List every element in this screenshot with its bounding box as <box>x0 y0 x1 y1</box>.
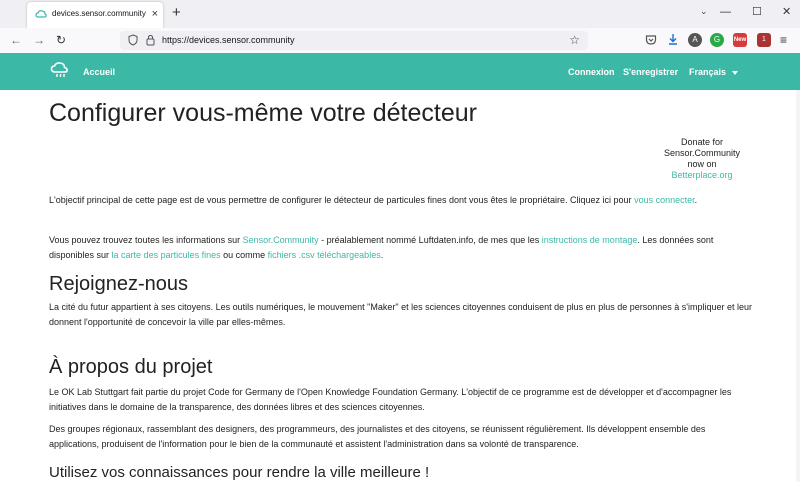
about-paragraph-2: Des groupes régionaux, rassemblant des d… <box>49 424 706 449</box>
intro-text-end: . <box>694 195 698 205</box>
donate-line1: Donate for <box>680 137 724 147</box>
cloud-favicon-icon <box>35 10 47 18</box>
info-text: - préalablement nommé Luftdaten.info, de… <box>318 235 542 245</box>
reload-icon[interactable]: ↻ <box>56 33 66 47</box>
csv-files-link[interactable]: fichiers .csv téléchargeables <box>268 250 381 260</box>
pocket-icon[interactable] <box>645 34 657 46</box>
particle-map-link[interactable]: la carte des particules fines <box>112 250 221 260</box>
browser-tab-bar: devices.sensor.community | configurer × … <box>0 0 800 28</box>
tab-title: devices.sensor.community | configurer <box>52 9 148 18</box>
url-bar[interactable]: https://devices.sensor.community ☆ <box>120 31 588 50</box>
about-heading: À propos du projet <box>49 356 213 378</box>
join-heading: Rejoignez-nous <box>49 273 188 295</box>
back-icon[interactable]: ← <box>10 33 22 47</box>
menu-icon[interactable]: ≡ <box>780 33 787 47</box>
language-label: Français <box>689 67 727 77</box>
extension-new-badge-icon[interactable]: New <box>733 33 747 47</box>
donate-box: Donate for Sensor.Community now on Bette… <box>647 137 757 181</box>
nav-register-link[interactable]: S'enregistrer <box>623 67 678 77</box>
tab-close-icon[interactable]: × <box>152 8 158 20</box>
page-scrollbar[interactable] <box>796 90 800 482</box>
page-title: Configurer vous-même votre détecteur <box>49 99 477 127</box>
intro-text: L'objectif principal de cette page est d… <box>49 195 635 205</box>
intro-paragraph: L'objectif principal de cette page est d… <box>49 193 753 208</box>
nav-home-link[interactable]: Accueil <box>83 67 115 77</box>
info-text: . <box>380 250 384 260</box>
site-header: Accueil Connexion S'enregistrer Français <box>0 53 800 90</box>
window-close-icon[interactable]: ✕ <box>782 5 791 19</box>
sensor-community-link[interactable]: Sensor.Community <box>243 235 319 245</box>
nav-login-link[interactable]: Connexion <box>568 67 615 77</box>
lock-icon[interactable] <box>146 34 155 46</box>
url-text[interactable]: https://devices.sensor.community <box>162 35 295 45</box>
cloud-logo-icon[interactable] <box>50 61 70 79</box>
language-dropdown[interactable]: Français <box>689 67 738 77</box>
extension-green-icon[interactable]: G <box>710 33 724 47</box>
shield-icon[interactable] <box>128 34 138 46</box>
login-link[interactable]: vous connecter <box>634 195 695 205</box>
info-text: ou comme <box>220 250 268 260</box>
list-tabs-icon[interactable]: ⌄ <box>700 6 708 17</box>
extension-a-icon[interactable]: A <box>688 33 702 47</box>
donate-line3: now on <box>687 159 717 169</box>
extension-badge-count-icon[interactable]: 1 <box>757 33 771 47</box>
browser-nav-bar: ← → ↻ https://devices.sensor.community ☆… <box>0 28 800 54</box>
caret-down-icon <box>731 70 738 75</box>
downloads-icon[interactable] <box>667 33 679 46</box>
maximize-icon[interactable]: ☐ <box>752 5 762 19</box>
about-paragraph-1: Le OK Lab Stuttgart fait partie du proje… <box>49 387 732 412</box>
donate-line2: Sensor.Community <box>663 148 741 158</box>
forward-icon[interactable]: → <box>33 33 45 47</box>
bookmark-star-icon[interactable]: ☆ <box>569 33 580 47</box>
assembly-instructions-link[interactable]: instructions de montage <box>542 235 638 245</box>
info-text: Vous pouvez trouvez toutes les informati… <box>49 235 243 245</box>
use-knowledge-heading: Utilisez vos connaissances pour rendre l… <box>49 464 430 481</box>
browser-tab-active[interactable]: devices.sensor.community | configurer × <box>27 2 163 28</box>
new-tab-icon[interactable]: + <box>172 5 181 21</box>
minimize-icon[interactable]: — <box>720 5 731 19</box>
betterplace-link[interactable]: Betterplace.org <box>671 170 732 180</box>
info-paragraph: Vous pouvez trouvez toutes les informati… <box>49 233 753 263</box>
join-paragraph: La cité du futur appartient à ses citoye… <box>49 302 752 327</box>
